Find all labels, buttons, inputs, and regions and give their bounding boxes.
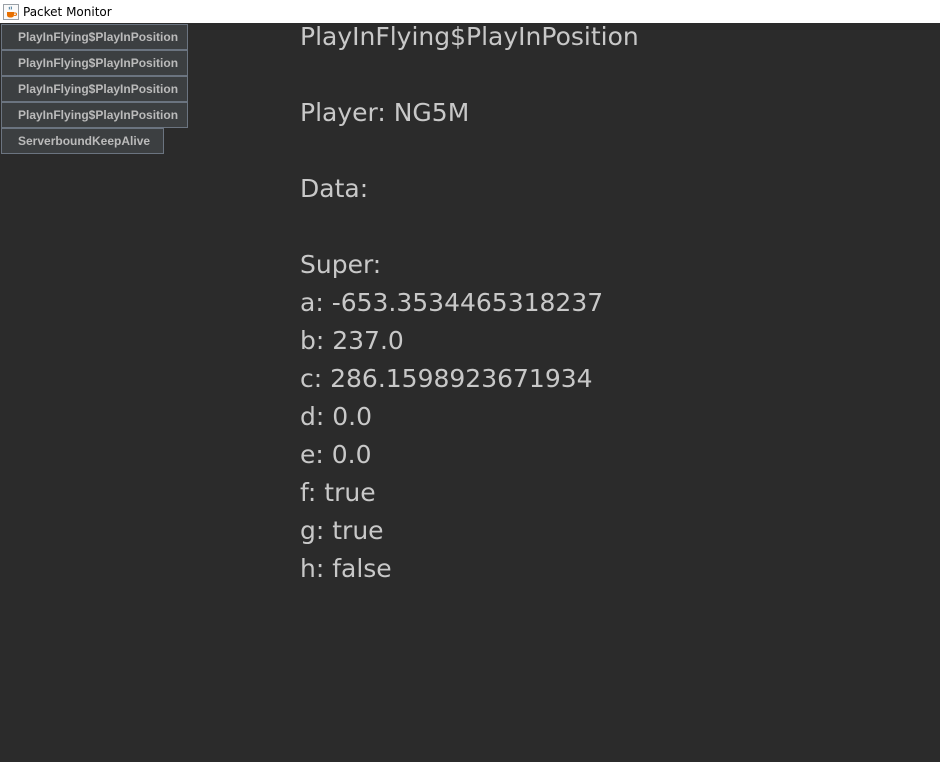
field-b: b: 237.0 [300, 326, 404, 355]
field-e: e: 0.0 [300, 440, 372, 469]
data-header: Data: [300, 174, 369, 203]
super-header: Super: [300, 250, 382, 279]
window-title: Packet Monitor [23, 4, 112, 19]
packet-name: PlayInFlying$PlayInPosition [300, 22, 639, 51]
field-d: d: 0.0 [300, 402, 372, 431]
java-coffee-cup-icon [3, 3, 19, 20]
field-c: c: 286.1598923671934 [300, 364, 593, 393]
packet-list-item[interactable]: PlayInFlying$PlayInPosition [1, 24, 188, 50]
field-f: f: true [300, 478, 376, 507]
packet-list: PlayInFlying$PlayInPosition PlayInFlying… [1, 24, 188, 154]
packet-list-item[interactable]: PlayInFlying$PlayInPosition [1, 50, 188, 76]
field-h: h: false [300, 554, 392, 583]
field-a: a: -653.3534465318237 [300, 288, 604, 317]
packet-list-item[interactable]: PlayInFlying$PlayInPosition [1, 76, 188, 102]
packet-list-item[interactable]: ServerboundKeepAlive [1, 128, 164, 154]
packet-list-item[interactable]: PlayInFlying$PlayInPosition [1, 102, 188, 128]
player-label: Player: NG5M [300, 98, 470, 127]
packet-details: PlayInFlying$PlayInPosition Player: NG5M… [300, 18, 639, 588]
field-g: g: true [300, 516, 384, 545]
